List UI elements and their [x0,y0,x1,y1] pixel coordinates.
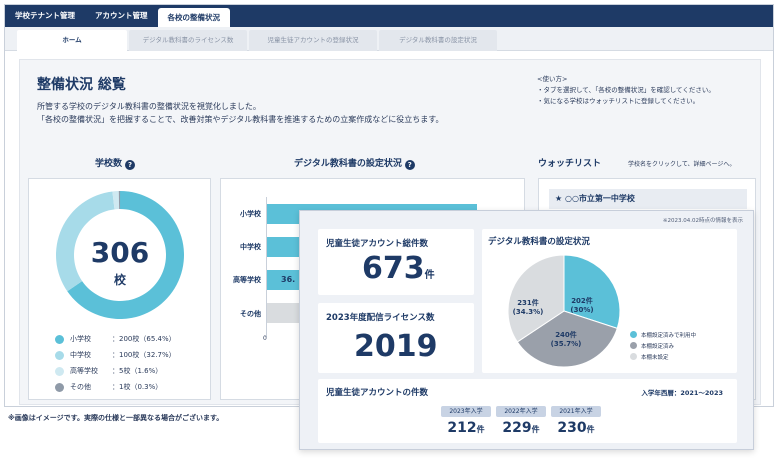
pie-legend-label: 本棚設定済みで利用中 [641,332,697,339]
nav-tab-tenant[interactable]: 学校テナント管理 [5,5,85,27]
legend-value: ：5校（1.6%） [112,367,163,375]
help-icon[interactable]: ? [125,160,136,170]
legend-dot [630,342,637,349]
legend-dot [55,382,64,392]
detail-popup: ※2023.04.02時点の情報を表示 児童生徒アカウント総件数 673件 20… [299,210,754,450]
sub-tabs: ホーム デジタル教科書のライセンス数 児童生徒アカウントの登録状況 デジタル教科… [5,27,773,51]
license-title: 2023年度配信ライセンス数 [326,313,435,323]
year-pill: 2021年入学 [551,406,601,417]
how-to-line-2: ・気になる学校はウォッチリストに登録してください。 [537,97,700,105]
year-count-number: 229 [502,420,532,436]
watchlist-hint: 学校名をクリックして、詳細ページへ。 [628,161,736,168]
how-to-heading: <使い方> [537,75,568,83]
legend-value: ：200校（65.4%） [112,335,176,343]
license-value: 2019 [354,329,438,364]
account-total-value: 673件 [362,251,435,286]
settings-heading: デジタル教科書の設定状況? [294,156,415,170]
legend-item: 高等学校 ：5校（1.6%） [55,363,205,379]
year-count-number: 230 [557,420,587,436]
school-donut-chart: 306 校 [55,191,184,319]
nav-tab-status[interactable]: 各校の整備状況 [157,8,230,27]
year-pill: 2023年入学 [441,406,491,417]
yearly-accounts-card: 児童生徒アカウントの件数 入学年西暦：2021～2023 2023年入学 202… [318,379,737,443]
yearly-accounts-title: 児童生徒アカウントの件数 [326,388,429,398]
tab-textbook-settings[interactable]: デジタル教科書の設定状況 [379,30,497,51]
year-count-unit: 件 [586,425,595,434]
description-line-2: 「各校の整備状況」を把握することで、改善対策やデジタル教科書を推進するための立案… [37,115,444,124]
watchlist-heading: ウォッチリスト [538,159,602,169]
legend-item: 小学校 ：200校（65.4%） [55,331,205,347]
pie-label: (35.7%) [551,340,582,348]
pie-legend-item: 本棚未設定 [630,351,696,362]
top-navigation: 学校テナント管理 アカウント管理 各校の整備状況 [5,5,773,27]
year-pill: 2022年入学 [496,406,546,417]
legend-label: その他 [70,383,91,391]
school-total: 306 [91,236,149,269]
account-total-unit: 件 [424,270,435,281]
legend-value: ：1校（0.3%） [112,383,163,391]
tab-license[interactable]: デジタル教科書のライセンス数 [129,30,247,51]
school-total-unit: 校 [114,272,127,287]
year-count-unit: 件 [476,425,485,434]
page-description: 所管する学校のデジタル教科書の整備状況を視覚化しました。 「各校の整備状況」を把… [37,100,443,126]
pie-legend-item: 本棚設定済み [630,340,696,351]
year-count-number: 212 [447,420,477,436]
page-title: 整備状況 総覧 [37,77,126,93]
year-count: 212件 [436,420,496,436]
how-to-use: <使い方> ・タブを選択して、「各校の整備状況」を確認してください。 ・気になる… [537,74,715,107]
account-total-title: 児童生徒アカウント総件数 [326,239,429,249]
pie-legend: 本棚設定済みで利用中 本棚設定済み 本棚未設定 [630,329,696,362]
pie-label: 231件 [517,298,539,307]
school-legend: 小学校 ：200校（65.4%） 中学校 ：100校（32.7%） 高等学校 ：5校（… [55,331,205,395]
nav-tab-account[interactable]: アカウント管理 [85,5,158,27]
legend-label: 高等学校 [70,367,98,375]
tab-home[interactable]: ホーム [17,30,127,51]
legend-item: 中学校 ：100校（32.7%） [55,347,205,363]
footnote: ※画像はイメージです。実際の仕様と一部異なる場合がございます。 [8,414,224,422]
pie-label: (34.3%) [513,308,544,316]
school-count-heading: 学校数? [95,156,136,170]
pie-legend-label: 本棚未設定 [641,354,669,361]
bar-label: 小学校 [240,210,261,218]
legend-item: その他 ：1校（0.3%） [55,379,205,395]
license-card: 2023年度配信ライセンス数 2019 [318,303,474,373]
help-icon[interactable]: ? [404,160,415,170]
axis-tick: 0 [263,335,267,342]
settings-pie-chart: 202件(30%) 240件(35.7%) 231件(34.3%) [507,254,621,368]
legend-label: 中学校 [70,351,91,359]
description-line-1: 所管する学校のデジタル教科書の整備状況を視覚化しました。 [37,102,261,111]
account-total-number: 673 [362,251,425,286]
pie-label: 240件 [555,330,577,339]
legend-dot [55,350,64,360]
legend-dot [630,331,637,338]
watchlist-item[interactable]: ★ ○○市立第一中学校 [549,189,747,209]
bar-label: 中学校 [240,243,261,251]
school-count-panel: 306 校 小学校 ：200校（65.4%） 中学校 ：100校（32.7%） 高等… [28,178,211,400]
legend-dot [630,353,637,360]
school-count-heading-text: 学校数 [95,159,123,169]
bar-label: 高等学校 [233,276,261,284]
legend-dot [55,334,64,344]
pie-card: デジタル教科書の設定状況 202件 (30%) 240件 (35.7%) 231件 (34… [482,229,737,373]
bar-value-label: 36. [281,275,296,284]
how-to-line-1: ・タブを選択して、「各校の整備状況」を確認してください。 [537,86,715,94]
pie-label: 202件 [571,296,593,305]
year-count: 229件 [491,420,551,436]
legend-value: ：100校（32.7%） [112,351,176,359]
pie-label: (30%) [570,306,593,314]
yearly-range: 入学年西暦：2021～2023 [641,389,723,397]
tab-account-registration[interactable]: 児童生徒アカウントの登録状況 [249,30,377,51]
legend-label: 小学校 [70,335,91,343]
pie-legend-label: 本棚設定済み [641,343,675,350]
as-of-note: ※2023.04.02時点の情報を表示 [662,218,743,224]
year-count: 230件 [546,420,606,436]
legend-dot [55,366,64,376]
year-count-unit: 件 [531,425,540,434]
account-total-card: 児童生徒アカウント総件数 673件 [318,229,474,295]
settings-heading-text: デジタル教科書の設定状況 [294,159,402,169]
pie-legend-item: 本棚設定済みで利用中 [630,329,696,340]
bar-label: その他 [240,310,261,318]
